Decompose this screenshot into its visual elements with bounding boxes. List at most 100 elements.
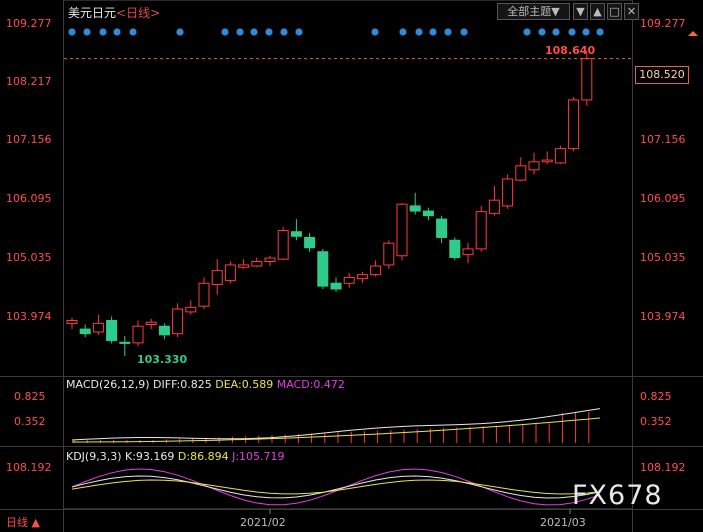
candle-body [290,231,302,237]
kdj-title: KDJ(9,3,3) [66,450,122,463]
current-price-badge: 108.520 [635,66,689,84]
candle-body [172,308,184,335]
event-dot [538,28,546,36]
candle-body [475,211,487,250]
event-dot [523,28,531,36]
candle-body [66,319,78,324]
y-tick-left: 105.035 [6,251,52,264]
y-tick-left: 109.277 [6,17,52,30]
y-tick-right: 105.035 [640,251,686,264]
event-dot [265,28,273,36]
event-dot [460,28,468,36]
kdj-d: D:86.894 [177,450,229,463]
event-dot [280,28,288,36]
kdj-j: J:105.719 [232,450,285,463]
event-dot [83,28,91,36]
macd-tick-left: 0.825 [14,390,46,403]
candle-body [554,148,566,164]
candle-body [409,205,421,212]
kdj-tick-left: 108.192 [6,461,52,474]
x-axis-label: 2021/03 [540,516,586,529]
event-dot [221,28,229,36]
event-dot [596,28,604,36]
candle-body [515,165,527,181]
event-dot [399,28,407,36]
macd-header: MACD(26,12,9) DIFF:0.825 DEA:0.589 MACD:… [66,378,345,391]
event-dot [429,28,437,36]
plot-frame [63,0,633,509]
macd-title: MACD(26,12,9) [66,378,150,391]
candle-body [317,251,329,287]
event-dot [568,28,576,36]
event-dot [444,28,452,36]
candle-body [581,58,593,101]
candle-body [396,203,408,257]
event-dot [415,28,423,36]
y-tick-left: 108.217 [6,75,52,88]
candle-body [422,210,434,217]
kdj-d-line [71,479,601,495]
macd-diff: DIFF:0.825 [153,378,212,391]
candle-body [106,319,118,342]
event-dot [176,28,184,36]
event-dot [236,28,244,36]
kdj-k-line [71,475,601,499]
y-tick-left: 106.095 [6,192,52,205]
candle-body [449,239,461,258]
candle-body [158,325,170,336]
event-dot [371,28,379,36]
candle-body [356,274,368,280]
arrow-down-icon[interactable]: ▼ [573,3,588,20]
y-tick-right: 109.277 [640,17,686,30]
event-dot [552,28,560,36]
theme-selector[interactable]: 全部主题▼ [497,3,570,20]
y-tick-right: 106.095 [640,192,686,205]
candle-body [330,282,342,290]
macd-tick-left: 0.352 [14,415,46,428]
candle-body [79,328,91,335]
watermark-logo: FX678 [572,480,663,511]
candle-body [264,257,276,262]
candle-body [462,248,474,256]
candle-body [211,270,223,285]
close-icon[interactable]: ✕ [624,3,639,20]
candle-body [277,230,289,260]
kdj-j-line [71,468,601,506]
period-toggle-button[interactable]: 日线 ▲ [6,514,40,530]
symbol-title: 美元日元 [68,6,117,20]
macd-dea-line [72,417,601,443]
maximize-icon[interactable]: □ [607,3,622,20]
macd-dea: DEA:0.589 [215,378,274,391]
price-marker-icon [688,31,698,36]
candle-body [198,282,210,307]
candle-body [568,99,580,150]
candle-body [383,242,395,266]
kdj-tick-right: 108.192 [640,461,686,474]
chart-header: 美元日元<日线> [68,4,160,21]
y-tick-left: 103.974 [6,310,52,323]
candle-body [251,260,263,267]
candle-body [304,236,316,249]
candle-body [528,161,540,171]
y-tick-right: 103.974 [640,310,686,323]
macd-tick-right: 0.825 [640,390,672,403]
candle-body [185,306,197,313]
candle-body [370,265,382,276]
candle-body [92,322,104,333]
y-tick-right: 107.156 [640,133,686,146]
event-dot [99,28,107,36]
event-dot [129,28,137,36]
candle-body [502,178,514,207]
candle-body [343,277,355,284]
kdj-header: KDJ(9,3,3) K:93.169 D:86.894 J:105.719 [66,450,285,463]
event-dot [250,28,258,36]
candle-body [145,321,157,326]
arrow-up-icon[interactable]: ▲ [590,3,605,20]
macd-tick-right: 0.352 [640,415,672,428]
kdj-k: K:93.169 [125,450,175,463]
event-dot [68,28,76,36]
x-axis-label: 2021/02 [240,516,286,529]
period-tag[interactable]: <日线> [116,6,160,20]
candle-body [132,325,144,344]
candle-body [436,218,448,238]
